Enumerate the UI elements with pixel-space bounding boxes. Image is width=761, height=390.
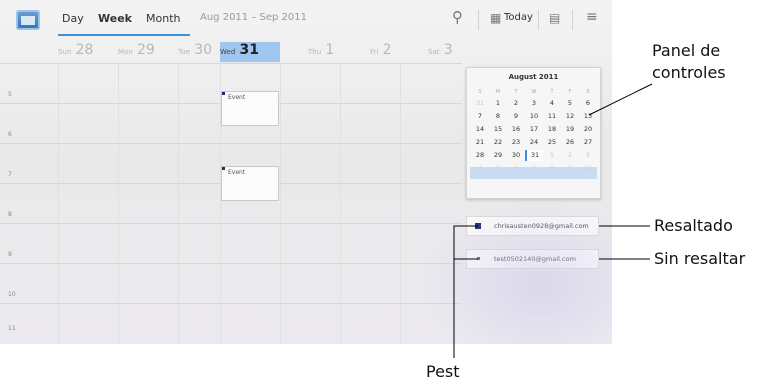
- callout-highlighted: Resaltado: [654, 216, 733, 235]
- callout-line-tab: [453, 225, 478, 358]
- callout-panel: Panel de controles: [652, 41, 726, 82]
- callout-line-panel: [588, 83, 653, 116]
- callout-lines: [453, 83, 653, 358]
- callout-tab: Pest: [426, 362, 460, 381]
- callout-not-highlighted: Sin resaltar: [654, 249, 746, 268]
